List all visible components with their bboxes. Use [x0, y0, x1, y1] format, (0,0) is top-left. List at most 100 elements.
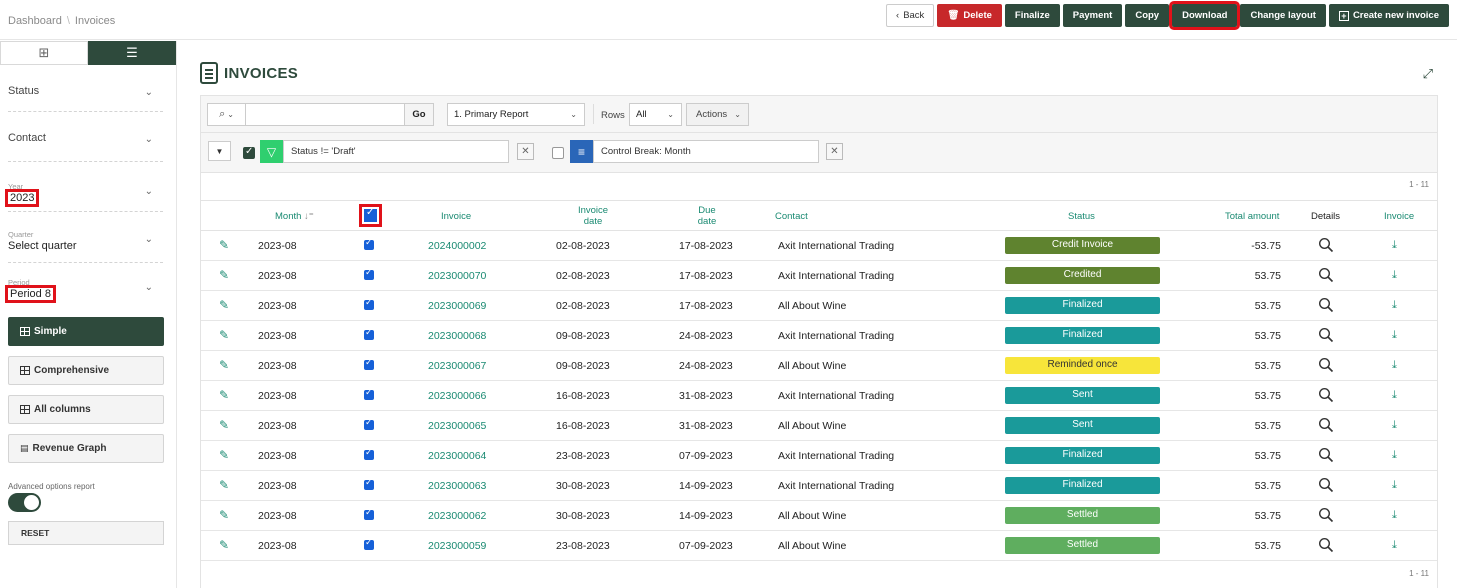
download-icon[interactable]: ⤓	[1392, 479, 1397, 492]
edit-icon[interactable]: ✎	[219, 329, 231, 341]
cell-invoice-link[interactable]: 2023000067	[428, 360, 486, 372]
go-button[interactable]: Go	[404, 103, 434, 126]
row-checkbox[interactable]	[364, 267, 374, 280]
download-icon[interactable]: ⤓	[1392, 419, 1397, 432]
download-icon[interactable]: ⤓	[1392, 329, 1397, 342]
back-button[interactable]: ‹ Back	[886, 4, 935, 27]
row-checkbox[interactable]	[364, 327, 374, 340]
magnifier-icon[interactable]	[1318, 477, 1334, 493]
magnifier-icon[interactable]	[1318, 237, 1334, 253]
row-checkbox[interactable]	[364, 477, 374, 490]
col-total-amount[interactable]: Total amount	[1225, 211, 1279, 222]
row-checkbox[interactable]	[364, 297, 374, 310]
download-icon[interactable]: ⤓	[1392, 359, 1397, 372]
magnifier-icon[interactable]	[1318, 357, 1334, 373]
cell-invoice-link[interactable]: 2023000068	[428, 330, 486, 342]
collapse-filters-button[interactable]: ▼	[208, 141, 231, 161]
cell-invoice-link[interactable]: 2024000002	[428, 240, 486, 252]
period-filter[interactable]: Period Period 8 ⌄	[5, 278, 163, 308]
row-checkbox[interactable]	[364, 447, 374, 460]
edit-icon[interactable]: ✎	[219, 239, 231, 251]
download-icon[interactable]: ⤓	[1392, 269, 1397, 282]
magnifier-icon[interactable]	[1318, 537, 1334, 553]
create-new-invoice-button[interactable]: + Create new invoice	[1328, 4, 1449, 27]
row-checkbox[interactable]	[364, 417, 374, 430]
status-filter-label[interactable]: Status != 'Draft'	[283, 140, 509, 163]
breadcrumb-dashboard[interactable]: Dashboard	[8, 15, 62, 27]
expand-icon[interactable]: ⤢	[1423, 66, 1433, 82]
copy-button[interactable]: Copy	[1125, 4, 1170, 27]
payment-button[interactable]: Payment	[1062, 4, 1123, 27]
search-input[interactable]	[245, 103, 405, 126]
control-break-label[interactable]: Control Break: Month	[593, 140, 819, 163]
edit-icon[interactable]: ✎	[219, 479, 231, 491]
download-icon[interactable]: ⤓	[1392, 299, 1397, 312]
row-checkbox[interactable]	[364, 237, 374, 250]
list-view-toggle[interactable]: ☰	[88, 41, 176, 65]
layout-simple-button[interactable]: Simple	[8, 317, 164, 346]
row-checkbox[interactable]	[364, 357, 374, 370]
col-contact[interactable]: Contact	[775, 211, 808, 222]
cell-invoice-link[interactable]: 2023000066	[428, 390, 486, 402]
rows-select[interactable]: All ⌄	[629, 103, 682, 126]
edit-icon[interactable]: ✎	[219, 269, 231, 281]
col-month[interactable]: Month ↓⁼	[275, 211, 314, 222]
col-status[interactable]: Status	[1068, 211, 1095, 222]
search-column-selector[interactable]: ⌕ ⌄	[207, 103, 246, 126]
edit-icon[interactable]: ✎	[219, 539, 231, 551]
cell-invoice-link[interactable]: 2023000064	[428, 450, 486, 462]
edit-icon[interactable]: ✎	[219, 389, 231, 401]
download-icon[interactable]: ⤓	[1392, 539, 1397, 552]
cell-invoice-link[interactable]: 2023000063	[428, 480, 486, 492]
edit-icon[interactable]: ✎	[219, 359, 231, 371]
edit-icon[interactable]: ✎	[219, 419, 231, 431]
magnifier-icon[interactable]	[1318, 447, 1334, 463]
year-filter[interactable]: Year 2023 ⌄	[4, 182, 163, 212]
cell-invoice-link[interactable]: 2023000062	[428, 510, 486, 522]
row-checkbox[interactable]	[364, 387, 374, 400]
edit-icon[interactable]: ✎	[219, 299, 231, 311]
edit-icon[interactable]: ✎	[219, 509, 231, 521]
remove-filter1-button[interactable]: ✕	[517, 143, 534, 160]
download-button[interactable]: Download	[1169, 1, 1241, 30]
download-icon[interactable]: ⤓	[1392, 449, 1397, 462]
cell-invoice-link[interactable]: 2023000069	[428, 300, 486, 312]
download-icon[interactable]: ⤓	[1392, 389, 1397, 402]
col-invoice[interactable]: Invoice	[441, 211, 471, 222]
actions-menu-button[interactable]: Actions ⌄	[686, 103, 749, 126]
advanced-options-toggle[interactable]	[8, 493, 41, 512]
magnifier-icon[interactable]	[1318, 417, 1334, 433]
row-checkbox[interactable]	[364, 537, 374, 550]
layout-all-columns-button[interactable]: All columns	[8, 395, 164, 424]
report-select[interactable]: 1. Primary Report ⌄	[447, 103, 585, 126]
download-icon[interactable]: ⤓	[1392, 239, 1397, 252]
cell-invoice-date: 09-08-2023	[556, 360, 610, 372]
magnifier-icon[interactable]	[1318, 297, 1334, 313]
select-all-checkbox[interactable]	[359, 204, 382, 227]
magnifier-icon[interactable]	[1318, 507, 1334, 523]
grid-view-toggle[interactable]: ⊞	[0, 41, 88, 65]
filter1-checkbox[interactable]	[243, 146, 255, 159]
reset-button[interactable]: RESET	[8, 521, 164, 545]
row-checkbox[interactable]	[364, 507, 374, 520]
change-layout-button[interactable]: Change layout	[1240, 4, 1326, 27]
cell-invoice-link[interactable]: 2023000059	[428, 540, 486, 552]
cell-invoice-link[interactable]: 2023000065	[428, 420, 486, 432]
magnifier-icon[interactable]	[1318, 387, 1334, 403]
delete-button[interactable]: 🗑 Delete	[937, 4, 1002, 27]
filter2-checkbox[interactable]	[552, 147, 564, 159]
edit-icon[interactable]: ✎	[219, 449, 231, 461]
finalize-button[interactable]: Finalize	[1004, 4, 1060, 27]
contact-filter[interactable]: Contact ⌄	[8, 132, 163, 162]
cell-invoice-link[interactable]: 2023000070	[428, 270, 486, 282]
quarter-filter[interactable]: Quarter Select quarter ⌄	[8, 230, 163, 263]
status-filter[interactable]: Status ⌄	[8, 85, 163, 112]
layout-comprehensive-button[interactable]: Comprehensive	[8, 356, 164, 385]
col-invoice-date[interactable]: Invoice date	[567, 205, 619, 227]
magnifier-icon[interactable]	[1318, 327, 1334, 343]
magnifier-icon[interactable]	[1318, 267, 1334, 283]
col-due-date[interactable]: Due date	[692, 205, 722, 227]
layout-revenue-graph-button[interactable]: ▤ Revenue Graph	[8, 434, 164, 463]
download-icon[interactable]: ⤓	[1392, 509, 1397, 522]
remove-filter2-button[interactable]: ✕	[826, 143, 843, 160]
